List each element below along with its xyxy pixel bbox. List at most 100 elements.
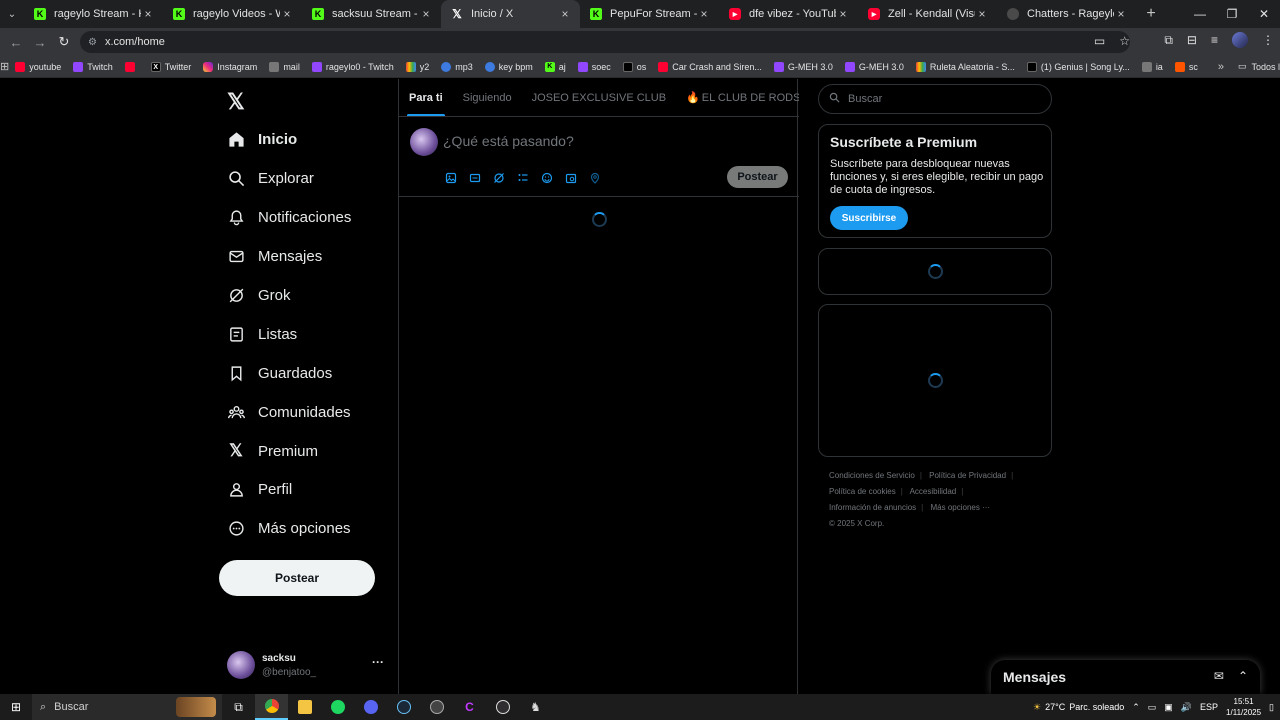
- close-icon[interactable]: ×: [1114, 7, 1128, 21]
- bookmark[interactable]: y2: [400, 61, 436, 72]
- search-input[interactable]: Buscar: [818, 84, 1052, 114]
- bookmark[interactable]: key bpm: [479, 61, 539, 72]
- footer-link[interactable]: Accesibilidad: [910, 487, 957, 496]
- footer-link[interactable]: Más opciones ···: [930, 503, 990, 512]
- forward-icon[interactable]: →: [28, 30, 52, 54]
- browser-tab[interactable]: ▶ dfe vibez - YouTube ×: [719, 0, 858, 28]
- notifications-icon[interactable]: ▯: [1269, 702, 1274, 713]
- footer-link[interactable]: Información de anuncios: [829, 503, 916, 512]
- close-icon[interactable]: ×: [141, 7, 155, 21]
- site-info-icon[interactable]: ⚙: [88, 37, 97, 48]
- weather-widget[interactable]: ☀ 27°C Parc. soleado: [1033, 702, 1124, 713]
- minimize-icon[interactable]: —: [1184, 0, 1216, 28]
- sidebar-item-premium[interactable]: 𝕏 Premium: [227, 436, 318, 466]
- sidebar-item-grok[interactable]: Grok: [227, 280, 291, 310]
- address-bar[interactable]: ⚙ x.com/home: [80, 31, 1130, 53]
- location-icon[interactable]: [587, 170, 602, 185]
- emoji-icon[interactable]: [539, 170, 554, 185]
- bookmark[interactable]: Kaj: [539, 61, 572, 72]
- footer-link[interactable]: Política de cookies: [829, 487, 896, 496]
- browser-tab[interactable]: K rageylo Videos - Watch C ×: [163, 0, 302, 28]
- sidebar-item-mensajes[interactable]: Mensajes: [227, 241, 322, 271]
- new-message-icon[interactable]: ✉: [1214, 669, 1224, 683]
- close-icon[interactable]: ×: [975, 7, 989, 21]
- file-explorer-icon[interactable]: [288, 694, 321, 720]
- browser-tab[interactable]: K rageylo Stream - Kick Da ×: [24, 0, 163, 28]
- language-indicator[interactable]: ESP: [1200, 702, 1218, 712]
- sidebar-item-comunidades[interactable]: Comunidades: [227, 397, 351, 427]
- browser-tab[interactable]: K PepuFor Stream - Watch L ×: [580, 0, 719, 28]
- bookmarks-overflow-icon[interactable]: »: [1204, 61, 1238, 73]
- sidebar-item-guardados[interactable]: Guardados: [227, 358, 332, 388]
- bookmark[interactable]: os: [617, 61, 653, 72]
- chevron-up-icon[interactable]: ⌃: [1238, 669, 1248, 683]
- bookmark[interactable]: mp3: [435, 61, 479, 72]
- bookmark[interactable]: [119, 61, 145, 72]
- schedule-icon[interactable]: [563, 170, 578, 185]
- clock[interactable]: 15:51 1/11/2025: [1226, 696, 1261, 718]
- sidebar-item-mas-opciones[interactable]: Más opciones: [227, 513, 351, 543]
- taskbar-search[interactable]: ⌕ Buscar: [32, 694, 222, 720]
- close-icon[interactable]: ×: [836, 7, 850, 21]
- extensions-icon[interactable]: ⧉: [1164, 33, 1173, 48]
- menu-icon[interactable]: ⋮: [1262, 33, 1274, 47]
- star-icon[interactable]: ☆: [1119, 34, 1130, 48]
- close-icon[interactable]: ×: [419, 7, 433, 21]
- playlist-icon[interactable]: ≡: [1211, 33, 1218, 47]
- apps-icon[interactable]: ⊞: [0, 60, 9, 73]
- discord-icon[interactable]: [354, 694, 387, 720]
- footer-link[interactable]: Condiciones de Servicio: [829, 471, 915, 480]
- bookmark[interactable]: X Twitter: [145, 61, 198, 72]
- close-icon[interactable]: ×: [558, 7, 572, 21]
- all-bookmarks[interactable]: ▭ Todos los favoritos: [1238, 61, 1280, 72]
- compose-post-button[interactable]: Postear: [727, 166, 788, 188]
- cast-icon[interactable]: ▭: [1094, 34, 1105, 48]
- browser-tab[interactable]: K sacksuu Stream - Watch L ×: [302, 0, 441, 28]
- bookmark[interactable]: Ruleta Aleatoria - S...: [910, 61, 1021, 72]
- more-dots-icon[interactable]: ···: [372, 655, 384, 669]
- windows-start-icon[interactable]: ⊞: [0, 694, 32, 720]
- media-player-icon[interactable]: [420, 694, 453, 720]
- account-switcher[interactable]: sacksu @benjatoo_ ···: [227, 649, 387, 681]
- sidebar-item-explorar[interactable]: Explorar: [227, 163, 314, 193]
- tab-para-ti[interactable]: Para ti: [399, 79, 453, 116]
- bookmark[interactable]: Twitch: [67, 61, 119, 72]
- bookmark[interactable]: mail: [263, 61, 306, 72]
- chrome-icon[interactable]: [255, 694, 288, 720]
- tab-joseo-exclusive-club[interactable]: JOSEO EXCLUSIVE CLUB: [522, 79, 677, 116]
- game-icon[interactable]: ♞: [519, 694, 552, 720]
- bookmark[interactable]: (1) Genius | Song Ly...: [1021, 61, 1136, 72]
- app-c-icon[interactable]: C: [453, 694, 486, 720]
- close-window-icon[interactable]: ✕: [1248, 0, 1280, 28]
- tab-el-club-de-rodsquare[interactable]: 🔥EL CLUB DE RODSQUARE: [676, 79, 799, 116]
- bookmark[interactable]: rageylo0 - Twitch: [306, 61, 400, 72]
- poll-icon[interactable]: [515, 170, 530, 185]
- chevron-up-icon[interactable]: ⌃: [1132, 702, 1140, 713]
- bookmark[interactable]: sc: [1169, 61, 1204, 72]
- steam-icon[interactable]: [387, 694, 420, 720]
- bookmark[interactable]: G-MEH 3.0: [839, 61, 910, 72]
- network-icon[interactable]: ▭: [1148, 702, 1157, 713]
- media-icon[interactable]: ⊟: [1187, 33, 1197, 47]
- sidebar-item-perfil[interactable]: Perfil: [227, 474, 292, 504]
- tab-siguiendo[interactable]: Siguiendo: [453, 79, 522, 116]
- bookmark[interactable]: G-MEH 3.0: [768, 61, 839, 72]
- sidebar-item-inicio[interactable]: Inicio: [227, 124, 297, 154]
- bookmark[interactable]: ia: [1136, 61, 1169, 72]
- reload-icon[interactable]: ↻: [52, 30, 76, 54]
- gif-icon[interactable]: [467, 170, 482, 185]
- back-icon[interactable]: ←: [4, 30, 28, 54]
- volume-icon[interactable]: 🔊: [1181, 702, 1192, 713]
- image-icon[interactable]: [443, 170, 458, 185]
- new-tab-button[interactable]: +: [1136, 5, 1166, 23]
- bookmark[interactable]: youtube: [9, 61, 67, 72]
- footer-link[interactable]: Política de Privacidad: [929, 471, 1006, 480]
- browser-tab[interactable]: Chatters - Rageylo ×: [997, 0, 1136, 28]
- profile-avatar[interactable]: [1232, 32, 1248, 48]
- browser-tab-active[interactable]: 𝕏 Inicio / X ×: [441, 0, 580, 28]
- browser-tab[interactable]: ▶ Zell - Kendall (Visualizer) ×: [858, 0, 997, 28]
- spotify-icon[interactable]: [321, 694, 354, 720]
- sidebar-item-notificaciones[interactable]: Notificaciones: [227, 202, 351, 232]
- messages-drawer[interactable]: Mensajes ✉ ⌃: [991, 660, 1260, 694]
- avatar[interactable]: [410, 128, 438, 156]
